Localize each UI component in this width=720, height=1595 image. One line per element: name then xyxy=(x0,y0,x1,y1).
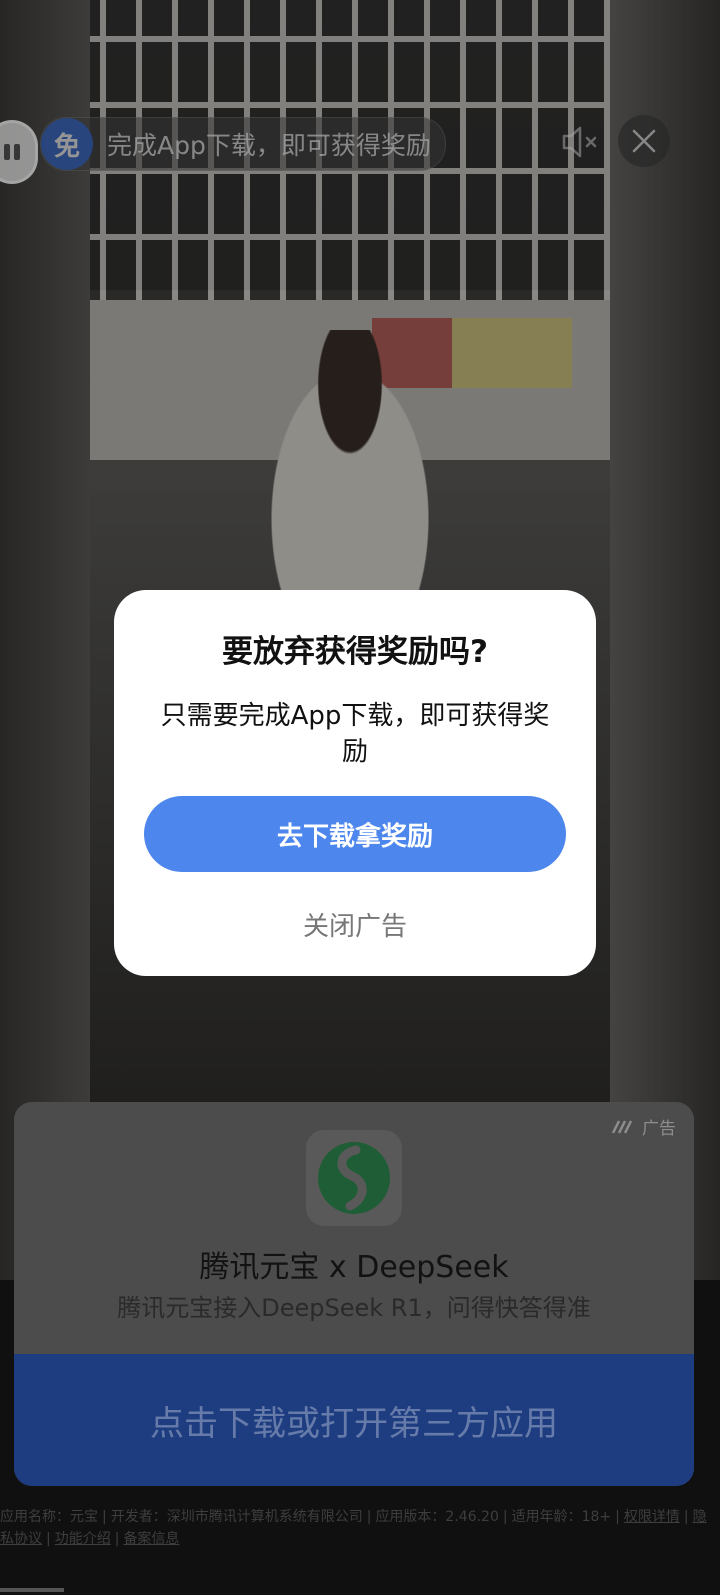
app-version: 应用版本：2.46.20 xyxy=(375,1509,499,1525)
ad-download-button[interactable]: 点击下载或打开第三方应用 xyxy=(14,1354,694,1486)
ad-app-title: 腾讯元宝 x DeepSeek xyxy=(199,1250,509,1285)
ad-card[interactable]: 广告 腾讯元宝 x DeepSeek 腾讯元宝接入DeepSeek R1，问得快… xyxy=(14,1102,694,1486)
permissions-link[interactable]: 权限详情 xyxy=(624,1509,680,1525)
filing-link[interactable]: 备案信息 xyxy=(123,1531,179,1547)
home-indicator xyxy=(0,1588,64,1592)
ad-label-text: 广告 xyxy=(642,1119,676,1139)
ad-app-desc: 腾讯元宝接入DeepSeek R1，问得快答得准 xyxy=(117,1294,591,1322)
developer: 开发者：深圳市腾讯计算机系统有限公司 xyxy=(110,1509,363,1525)
dialog-title: 要放弃获得奖励吗? xyxy=(222,634,488,670)
dialog-message: 只需要完成App下载，即可获得奖励 xyxy=(160,701,550,767)
yuanbao-logo-icon xyxy=(318,1142,390,1214)
abandon-reward-dialog: 要放弃获得奖励吗? 只需要完成App下载，即可获得奖励 去下载拿奖励 关闭广告 xyxy=(114,590,596,976)
age-rating: 适用年龄：18+ xyxy=(511,1509,612,1525)
close-ad-link[interactable]: 关闭广告 xyxy=(114,906,596,943)
screen: 免 完成App下载，即可获得奖励 广告 腾讯元宝 x DeepSeek 腾讯元宝… xyxy=(0,0,720,1595)
app-logo xyxy=(306,1130,402,1226)
ad-brand-icon xyxy=(612,1119,633,1134)
download-reward-button[interactable]: 去下载拿奖励 xyxy=(144,796,566,872)
app-name: 应用名称：元宝 xyxy=(0,1509,98,1525)
features-link[interactable]: 功能介绍 xyxy=(55,1531,111,1547)
ad-label: 广告 xyxy=(612,1114,676,1139)
app-info-footer: 应用名称：元宝 | 开发者：深圳市腾讯计算机系统有限公司 | 应用版本：2.46.20 |… xyxy=(0,1509,707,1547)
